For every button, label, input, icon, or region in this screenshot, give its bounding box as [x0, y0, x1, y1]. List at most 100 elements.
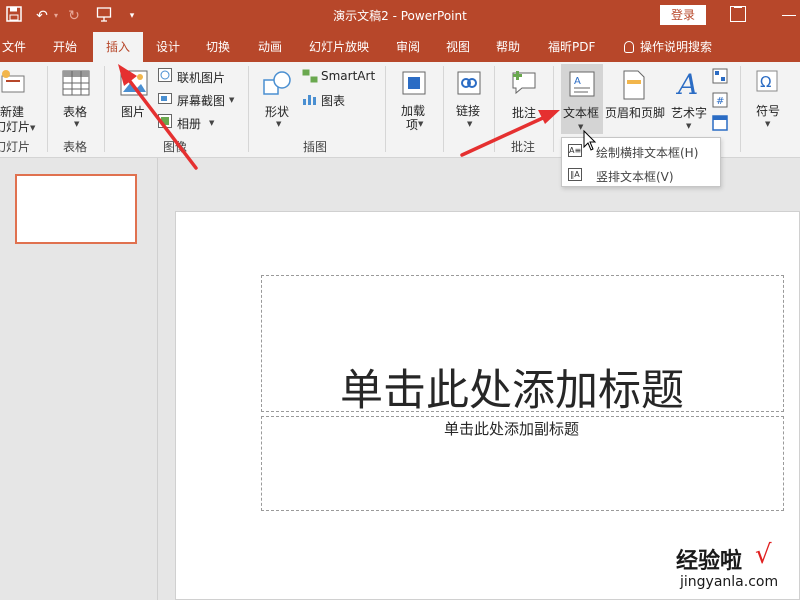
- ribbon-tabs: 文件 开始 插入 设计 切换 动画 幻灯片放映 审阅 视图 帮助 福昕PDF 操…: [0, 32, 800, 62]
- undo-dropdown-icon[interactable]: ▾: [46, 6, 66, 26]
- table-dropdown-icon[interactable]: ▼: [74, 120, 79, 128]
- tab-animations[interactable]: 动画: [258, 32, 282, 62]
- tell-me-search[interactable]: 操作说明搜索: [624, 32, 712, 62]
- tab-home[interactable]: 开始: [53, 32, 77, 62]
- wordart-label[interactable]: 艺术字: [671, 104, 707, 121]
- divider: [740, 66, 741, 152]
- album-icon: [158, 114, 172, 131]
- picture-label[interactable]: 图片: [121, 103, 145, 120]
- tab-slideshow[interactable]: 幻灯片放映: [309, 32, 369, 62]
- addins-label-2[interactable]: 项: [406, 116, 418, 133]
- chart-icon: [302, 92, 318, 109]
- save-icon[interactable]: [4, 6, 24, 26]
- svg-text:A: A: [574, 76, 581, 87]
- menu-item-vertical-textbox[interactable]: ‖A 竖排文本框(V): [562, 164, 720, 186]
- picture-icon[interactable]: [120, 70, 148, 99]
- ribbon-display-options-icon[interactable]: [730, 6, 746, 22]
- lightbulb-icon: [624, 41, 634, 53]
- comment-label[interactable]: 批注: [512, 104, 536, 121]
- shapes-dropdown-icon[interactable]: ▼: [276, 120, 281, 128]
- header-footer-label[interactable]: 页眉和页脚: [605, 104, 665, 121]
- shapes-icon[interactable]: [262, 70, 292, 101]
- horizontal-textbox-icon: A≡: [568, 144, 582, 157]
- tab-design[interactable]: 设计: [156, 32, 180, 62]
- tab-review[interactable]: 审阅: [396, 32, 420, 62]
- title-placeholder-text: 单击此处添加标题: [340, 366, 684, 416]
- new-slide-label-2[interactable]: 幻灯片: [0, 118, 30, 135]
- group-tables-label: 表格: [63, 140, 88, 154]
- new-slide-icon[interactable]: [0, 68, 28, 99]
- tab-transitions[interactable]: 切换: [206, 32, 230, 62]
- tab-help[interactable]: 帮助: [496, 32, 520, 62]
- comment-icon[interactable]: [510, 70, 538, 99]
- svg-text:#: #: [716, 96, 724, 107]
- start-slideshow-icon[interactable]: [94, 6, 114, 26]
- symbol-icon[interactable]: Ω: [756, 70, 778, 95]
- link-icon[interactable]: [456, 70, 482, 99]
- new-slide-dropdown-icon[interactable]: ▼: [30, 124, 35, 132]
- watermark-url: jingyanla.com: [680, 574, 779, 590]
- customize-toolbar-icon[interactable]: ▾: [122, 6, 142, 26]
- divider: [47, 66, 48, 152]
- wordart-icon[interactable]: A: [675, 68, 702, 101]
- divider: [385, 66, 386, 152]
- tab-view[interactable]: 视图: [446, 32, 470, 62]
- screenshot-button[interactable]: 屏幕截图: [177, 92, 225, 109]
- watermark-check-icon: √: [755, 540, 772, 570]
- menu-item-label: 绘制横排文本框(H): [596, 146, 699, 160]
- link-dropdown-icon[interactable]: ▼: [467, 120, 472, 128]
- online-pictures-icon: [158, 68, 172, 85]
- divider: [104, 66, 105, 152]
- date-time-icon[interactable]: [712, 68, 728, 87]
- group-comments-label: 批注: [511, 140, 536, 154]
- addins-icon[interactable]: [401, 70, 427, 99]
- slide-thumbnail-pane: [0, 158, 158, 600]
- tab-insert[interactable]: 插入: [93, 32, 143, 62]
- album-button[interactable]: 相册: [177, 115, 201, 132]
- login-button[interactable]: 登录: [660, 5, 706, 25]
- object-icon[interactable]: [712, 115, 728, 134]
- tell-me-label: 操作说明搜索: [640, 40, 713, 54]
- svg-text:Ω: Ω: [760, 73, 771, 91]
- redo-icon[interactable]: ↻: [64, 6, 84, 26]
- tab-file[interactable]: 文件: [2, 32, 26, 62]
- divider: [443, 66, 444, 152]
- watermark-text: 经验啦: [676, 549, 743, 574]
- title-bar: ↶ ▾ ↻ ▾ 演示文稿2 - PowerPoint 登录: [0, 0, 800, 32]
- subtitle-placeholder-text: 单击此处添加副标题: [444, 420, 580, 438]
- tab-foxit-pdf[interactable]: 福昕PDF: [548, 32, 595, 62]
- divider: [494, 66, 495, 152]
- symbol-dropdown-icon[interactable]: ▼: [765, 120, 770, 128]
- minimize-icon[interactable]: [782, 15, 796, 16]
- textbox-dropdown-menu: A≡ 绘制横排文本框(H) ‖A 竖排文本框(V): [561, 137, 721, 187]
- textbox-icon[interactable]: A: [568, 70, 596, 101]
- smartart-button[interactable]: SmartArt: [321, 69, 375, 83]
- group-illustrations-label: 插图: [303, 140, 328, 154]
- shapes-label[interactable]: 形状: [265, 103, 289, 120]
- textbox-dropdown-icon[interactable]: ▼: [578, 123, 583, 131]
- screenshot-icon: [158, 91, 172, 108]
- chart-button[interactable]: 图表: [321, 92, 345, 109]
- wordart-dropdown-icon[interactable]: ▼: [686, 122, 691, 130]
- table-icon[interactable]: [62, 70, 90, 99]
- menu-item-horizontal-textbox[interactable]: A≡ 绘制横排文本框(H): [562, 140, 720, 162]
- textbox-label[interactable]: 文本框: [563, 104, 599, 121]
- menu-item-label: 竖排文本框(V): [596, 170, 674, 184]
- group-slides-label: 幻灯片: [0, 140, 31, 154]
- album-dropdown-icon[interactable]: ▼: [209, 119, 214, 127]
- vertical-textbox-icon: ‖A: [568, 168, 582, 181]
- symbol-label[interactable]: 符号: [756, 102, 780, 119]
- divider: [553, 66, 554, 152]
- group-images-label: 图像: [163, 140, 188, 154]
- online-pictures-button[interactable]: 联机图片: [177, 69, 225, 86]
- smartart-icon: [302, 69, 318, 86]
- header-footer-icon[interactable]: [622, 70, 646, 103]
- table-label[interactable]: 表格: [63, 103, 87, 120]
- divider: [248, 66, 249, 152]
- slide-thumbnail-1[interactable]: [15, 174, 137, 244]
- slide-number-icon[interactable]: #: [712, 92, 728, 111]
- screenshot-dropdown-icon[interactable]: ▼: [229, 96, 234, 104]
- addins-dropdown-icon[interactable]: ▼: [418, 120, 423, 128]
- svg-text:A: A: [676, 68, 698, 98]
- link-label[interactable]: 链接: [456, 102, 480, 119]
